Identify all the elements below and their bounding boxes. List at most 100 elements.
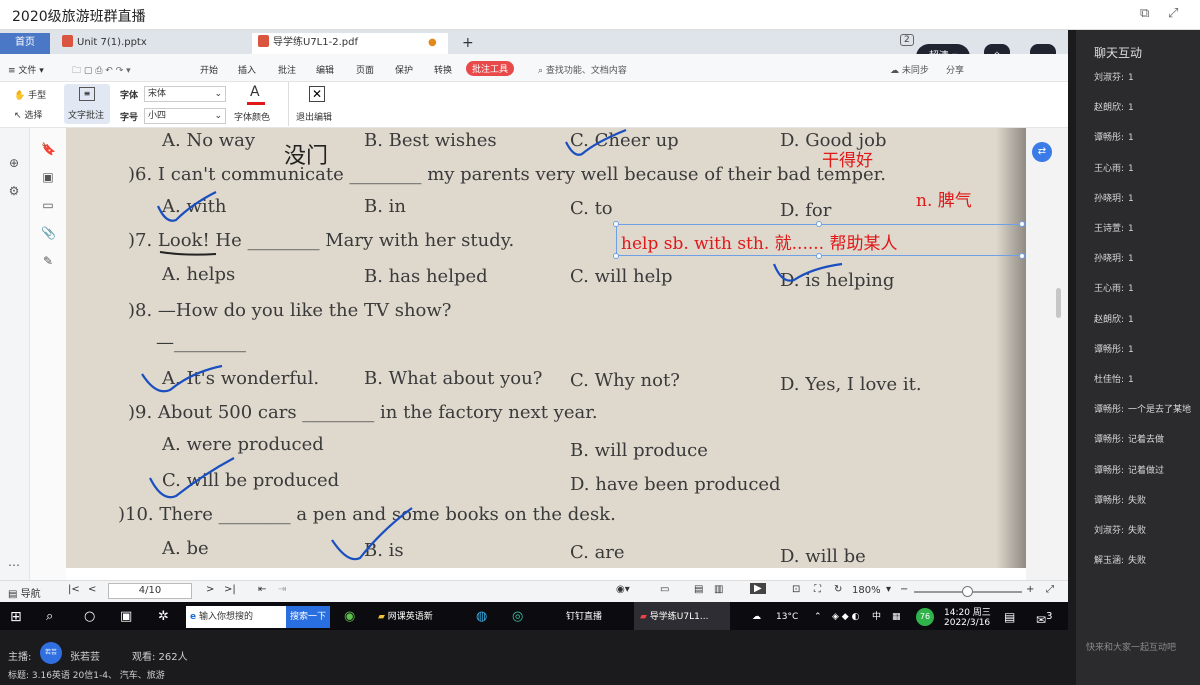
menu-file[interactable]: ≡ 文件 ▾: [8, 63, 44, 76]
tab-pptx[interactable]: Unit 7(1).pptx: [56, 33, 246, 54]
weather-temp[interactable]: 13°C: [776, 602, 798, 630]
taskbar-app-dingtalk[interactable]: 钉钉直播: [540, 602, 634, 630]
rotate-icon[interactable]: ↻: [834, 584, 842, 595]
thumbnail-icon[interactable]: ▣: [41, 170, 55, 184]
edge-icon[interactable]: ◍: [476, 602, 487, 630]
notification-icon[interactable]: ✉3: [1036, 602, 1052, 630]
tab-home[interactable]: 首页: [0, 33, 50, 54]
weather-icon[interactable]: ☁: [752, 602, 761, 630]
cortana-icon[interactable]: ○: [84, 602, 95, 630]
zoom-value[interactable]: 180%: [852, 585, 881, 596]
quick-access-icons[interactable]: 🗀 ▢ ⎙ ↶ ↷ ▾: [72, 63, 131, 79]
next-page-icon[interactable]: >: [206, 584, 214, 595]
zoom-in-icon[interactable]: +: [1026, 584, 1034, 595]
windows-start-icon[interactable]: ⊞: [10, 602, 22, 630]
chat-user: 谭畅彤:: [1094, 495, 1125, 506]
green-app-icon[interactable]: ◉: [344, 602, 355, 630]
font-color-button[interactable]: A 字体颜色: [234, 84, 280, 124]
zoom-slider-handle[interactable]: [962, 586, 973, 597]
share-button[interactable]: 分享: [946, 63, 964, 76]
browser-search-input[interactable]: e 输入你想搜的: [186, 606, 286, 628]
tick-mark: [156, 191, 217, 222]
eye-view-icon[interactable]: ◉▾: [616, 584, 630, 595]
ime-indicator[interactable]: 中: [872, 602, 881, 630]
right-scroll-area[interactable]: ⇄: [1026, 128, 1068, 580]
zoom-search-icon[interactable]: ⊕: [7, 156, 21, 170]
more-dots-icon[interactable]: ⋯: [7, 558, 21, 572]
avatar[interactable]: 若芸: [40, 642, 62, 664]
back-icon[interactable]: ⇤: [258, 584, 266, 595]
menu-convert[interactable]: 转换: [434, 63, 452, 76]
chat-message: 赵朗欣: 1: [1094, 312, 1200, 325]
text-annotation-icon: ≡: [79, 87, 95, 101]
battery-badge[interactable]: 76: [916, 608, 934, 626]
clock-time[interactable]: 14:20 周三: [944, 605, 991, 618]
dual-page-icon[interactable]: ▥: [714, 584, 723, 595]
play-icon[interactable]: ▶: [750, 583, 766, 594]
single-page-icon[interactable]: ▭: [660, 584, 669, 595]
tick-mark: [565, 128, 627, 156]
fit-width-icon[interactable]: ⛶: [814, 584, 821, 595]
app-pinwheel-icon[interactable]: ✲: [158, 602, 169, 630]
new-tab-button[interactable]: +: [456, 33, 474, 54]
action-center-icon[interactable]: ▤: [1004, 602, 1015, 630]
signature-icon[interactable]: ✎: [41, 254, 55, 268]
menu-protect[interactable]: 保护: [395, 63, 413, 76]
menu-annotate[interactable]: 批注: [278, 63, 296, 76]
browser-search-button[interactable]: 搜索一下: [286, 606, 330, 628]
text-annotation-tool[interactable]: ≡ 文字批注: [64, 84, 110, 124]
chat-text: 1: [1128, 284, 1134, 295]
chat-message: 刘淑芬: 失败: [1094, 523, 1200, 536]
bookmark-icon[interactable]: 🔖: [41, 142, 56, 156]
menu-annotation-tools[interactable]: 批注工具: [466, 61, 515, 76]
select-tool[interactable]: ↖ 选择: [14, 108, 42, 121]
fullscreen-doc-icon[interactable]: ⤢: [1046, 584, 1054, 595]
search-box[interactable]: ⌕ 查找功能、文档内容: [538, 63, 627, 76]
chat-text: 记着做过: [1128, 465, 1165, 476]
chat-text: 1: [1128, 133, 1134, 144]
keyboard-icon[interactable]: ▦: [892, 602, 901, 630]
translate-float-icon[interactable]: ⇄: [1032, 142, 1052, 162]
settings-sliders-icon[interactable]: ⚙: [7, 184, 21, 198]
last-page-icon[interactable]: >|: [224, 584, 236, 595]
exit-edit-button[interactable]: ✕ 退出编辑: [296, 84, 340, 124]
fullscreen-icon[interactable]: ⤢: [1168, 6, 1178, 21]
attachment-icon[interactable]: 📎: [41, 226, 56, 240]
hand-tool[interactable]: ✋ 手型: [14, 88, 46, 101]
search-icon[interactable]: ⌕: [46, 602, 53, 630]
notification-count: 3: [1046, 611, 1053, 622]
taskbar-app-pdf[interactable]: ▰ 导学练U7L1...: [634, 602, 730, 630]
tray-apps-icon[interactable]: ◈ ◆ ◐: [832, 602, 859, 630]
font-size-select[interactable]: 小四 ⌄: [144, 108, 226, 124]
comment-icon[interactable]: ▭: [41, 198, 55, 212]
menu-insert[interactable]: 插入: [238, 63, 256, 76]
app-globe-icon[interactable]: ◎: [512, 602, 523, 630]
chat-input[interactable]: 快来和大家一起互动吧: [1086, 640, 1176, 653]
font-family-select[interactable]: 宋体 ⌄: [144, 86, 226, 102]
continuous-page-icon[interactable]: ▤: [694, 584, 703, 595]
menu-file-label: 文件: [18, 66, 37, 76]
navigation-button[interactable]: ▤ 导航: [8, 585, 41, 600]
chat-text: 1: [1128, 375, 1134, 385]
restore-window-icon[interactable]: ⧉: [1140, 6, 1149, 21]
first-page-icon[interactable]: |<: [68, 584, 80, 595]
menu-page[interactable]: 页面: [356, 63, 374, 76]
menu-start[interactable]: 开始: [200, 63, 218, 76]
close-box-icon: ✕: [309, 86, 325, 102]
forward-icon[interactable]: ⇥: [278, 584, 286, 595]
fit-page-icon[interactable]: ⊡: [792, 584, 800, 595]
sync-status[interactable]: ☁ 未同步: [890, 63, 929, 76]
tab-pdf[interactable]: 导学练U7L1-2.pdf ●: [252, 33, 448, 54]
taskbar-app-folder[interactable]: ▰ 网课英语新: [372, 602, 466, 630]
scrollbar-thumb[interactable]: [1056, 288, 1061, 318]
window-count-badge[interactable]: 2: [900, 34, 914, 46]
zoom-dropdown-icon[interactable]: ▾: [886, 584, 891, 595]
prev-page-icon[interactable]: <: [88, 584, 96, 595]
page-number-input[interactable]: 4/10: [108, 583, 192, 599]
chat-user: 王诗萱:: [1094, 224, 1125, 234]
clock-date[interactable]: 2022/3/16: [944, 618, 990, 628]
zoom-out-icon[interactable]: −: [900, 584, 908, 595]
menu-edit[interactable]: 编辑: [316, 63, 334, 76]
task-view-icon[interactable]: ▣: [120, 602, 132, 630]
tray-up-icon[interactable]: ⌃: [814, 602, 822, 630]
